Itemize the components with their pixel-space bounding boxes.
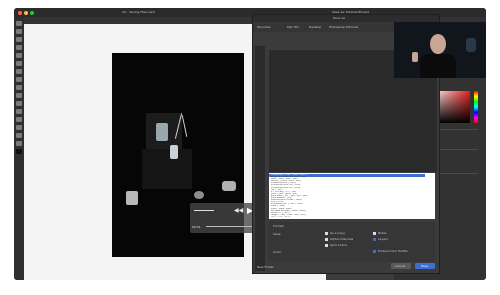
- perfume-bottle: [170, 145, 178, 159]
- diffuser-stick: [181, 115, 188, 137]
- path-item[interactable]: Photoshop Tutorials: [329, 25, 358, 29]
- history-brush-tool-icon[interactable]: [16, 93, 22, 98]
- minimize-window-icon[interactable]: [24, 10, 28, 15]
- foreground-color-icon[interactable]: [16, 149, 22, 154]
- save-options-label: Save:: [273, 232, 282, 236]
- dialog-titlebar: Save As: [253, 15, 439, 22]
- cancel-button[interactable]: Cancel: [391, 263, 411, 269]
- crop-tool-icon[interactable]: [16, 53, 22, 58]
- presenter-hand: [412, 52, 418, 62]
- format-label: Format:: [273, 224, 285, 228]
- alpha-label: Alpha Channels: [330, 237, 354, 241]
- eraser-tool-icon[interactable]: [16, 101, 22, 106]
- spot-checkbox[interactable]: [325, 244, 328, 247]
- metal-cylinder: [222, 181, 236, 191]
- lasso-tool-icon[interactable]: [16, 37, 22, 42]
- watch-face: [194, 191, 204, 199]
- save-options: Format: Save: As a Copy Alpha Channels S…: [269, 222, 435, 262]
- gradient-tool-icon[interactable]: [16, 109, 22, 114]
- presenter-body: [420, 54, 456, 78]
- path-item[interactable]: Favorites: [257, 25, 271, 29]
- healing-tool-icon[interactable]: [16, 69, 22, 74]
- alpha-checkbox[interactable]: [325, 238, 328, 241]
- as-copy-label: As a Copy: [330, 231, 345, 235]
- close-window-icon[interactable]: [18, 10, 22, 15]
- dialog-sidebar: [255, 46, 265, 271]
- notes-checkbox[interactable]: [373, 232, 376, 235]
- type-tool-icon[interactable]: [16, 141, 22, 146]
- brush-tool-icon[interactable]: [16, 77, 22, 82]
- wand-tool-icon[interactable]: [16, 45, 22, 50]
- tin-can: [126, 191, 138, 205]
- studio-light: [466, 38, 476, 52]
- format-options: Photoshop (*.PSD;*.PDD;*.PSDT) Large Doc…: [271, 174, 431, 218]
- layers-label: Layers: [378, 237, 388, 241]
- move-tool-icon[interactable]: [16, 21, 22, 26]
- tools-panel: [14, 17, 24, 280]
- webcam-overlay: [394, 22, 486, 78]
- color-label: Color:: [273, 250, 282, 254]
- marquee-tool-icon[interactable]: [16, 29, 22, 34]
- save-button[interactable]: Save: [415, 263, 435, 269]
- spot-label: Spot Colors: [330, 243, 348, 247]
- embed-profile-checkbox[interactable]: [373, 250, 376, 253]
- glass-bottle: [156, 123, 168, 141]
- dialog-title: Save As: [333, 16, 345, 20]
- hue-slider[interactable]: [474, 91, 478, 123]
- product-stack: [142, 149, 192, 189]
- new-folder-button[interactable]: New Folder: [257, 265, 274, 269]
- pen-tool-icon[interactable]: [16, 133, 22, 138]
- format-option[interactable]: TIFF (*.TIF;*.TIFF): [271, 216, 431, 218]
- layers-checkbox[interactable]: [373, 238, 376, 241]
- elapsed-time: 00:51: [192, 225, 201, 229]
- stamp-tool-icon[interactable]: [16, 85, 22, 90]
- path-item[interactable]: Desktop: [309, 25, 321, 29]
- video-window-title: 16 – Saving Files.mp4: [122, 10, 155, 14]
- path-item[interactable]: Mac HD: [287, 25, 299, 29]
- volume-slider[interactable]: [194, 210, 214, 211]
- rewind-icon[interactable]: ◀◀: [234, 208, 243, 214]
- dodge-tool-icon[interactable]: [16, 125, 22, 130]
- zoom-window-icon[interactable]: [30, 10, 34, 15]
- as-copy-checkbox[interactable]: [325, 232, 328, 235]
- presenter-face: [430, 34, 446, 54]
- eyedropper-tool-icon[interactable]: [16, 61, 22, 66]
- blur-tool-icon[interactable]: [16, 117, 22, 122]
- embed-profile-label: Embed Color Profile: [378, 249, 408, 253]
- notes-label: Notes: [378, 231, 387, 235]
